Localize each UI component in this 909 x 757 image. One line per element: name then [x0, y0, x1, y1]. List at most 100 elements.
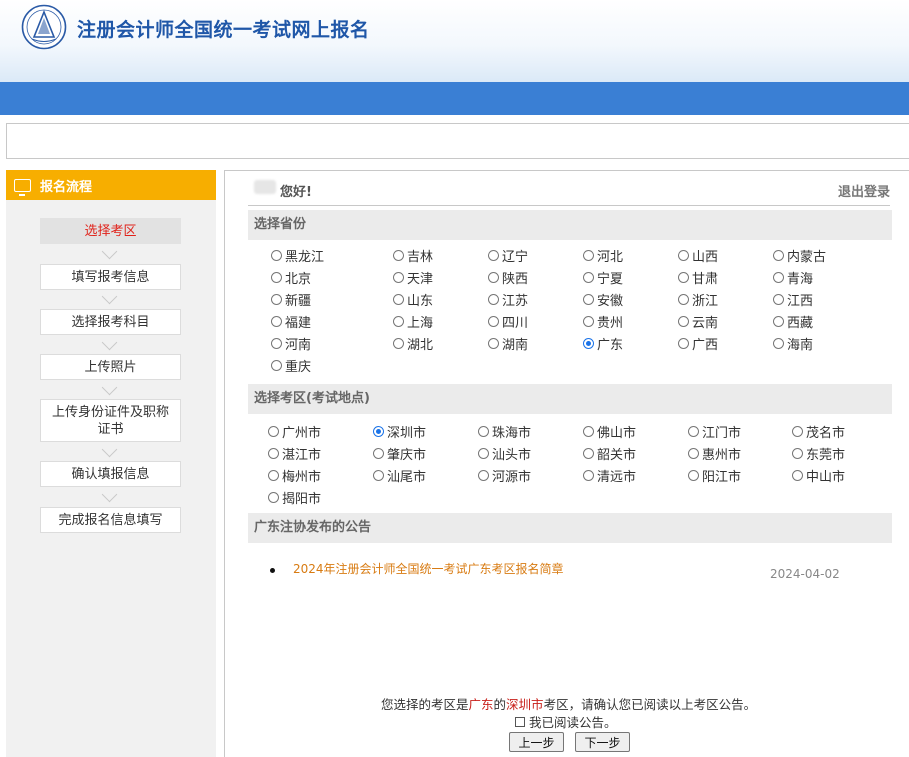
- province-option[interactable]: 福建: [271, 312, 311, 331]
- radio-button-icon[interactable]: [688, 426, 699, 437]
- radio-button-icon[interactable]: [393, 316, 404, 327]
- exam-area-option[interactable]: 河源市: [478, 466, 531, 485]
- radio-button-icon[interactable]: [773, 316, 784, 327]
- exam-area-option[interactable]: 广州市: [268, 422, 321, 441]
- province-option[interactable]: 江苏: [488, 290, 528, 309]
- exam-area-option[interactable]: 江门市: [688, 422, 741, 441]
- province-option[interactable]: 河南: [271, 334, 311, 353]
- radio-button-icon[interactable]: [488, 272, 499, 283]
- radio-button-icon[interactable]: [393, 250, 404, 261]
- step-upload-photo[interactable]: 上传照片: [40, 354, 181, 380]
- radio-button-icon[interactable]: [488, 316, 499, 327]
- province-option[interactable]: 青海: [773, 268, 813, 287]
- exam-area-option[interactable]: 阳江市: [688, 466, 741, 485]
- radio-button-icon[interactable]: [373, 448, 384, 459]
- radio-button-icon[interactable]: [792, 448, 803, 459]
- radio-button-icon[interactable]: [488, 294, 499, 305]
- province-option[interactable]: 辽宁: [488, 246, 528, 265]
- exam-area-option[interactable]: 湛江市: [268, 444, 321, 463]
- exam-area-option[interactable]: 揭阳市: [268, 488, 321, 507]
- exam-area-option[interactable]: 汕头市: [478, 444, 531, 463]
- radio-button-icon[interactable]: [271, 338, 282, 349]
- prev-step-button[interactable]: 上一步: [509, 732, 564, 752]
- step-select-exam-area[interactable]: 选择考区: [40, 218, 181, 244]
- province-option[interactable]: 天津: [393, 268, 433, 287]
- radio-button-icon[interactable]: [268, 492, 279, 503]
- step-select-subjects[interactable]: 选择报考科目: [40, 309, 181, 335]
- province-option[interactable]: 西藏: [773, 312, 813, 331]
- exam-area-option[interactable]: 东莞市: [792, 444, 845, 463]
- radio-button-icon[interactable]: [583, 470, 594, 481]
- notice-link[interactable]: 2024年注册会计师全国统一考试广东考区报名简章: [293, 560, 564, 577]
- province-option[interactable]: 甘肃: [678, 268, 718, 287]
- province-option[interactable]: 山西: [678, 246, 718, 265]
- province-option[interactable]: 广西: [678, 334, 718, 353]
- radio-button-icon[interactable]: [488, 250, 499, 261]
- province-option[interactable]: 河北: [583, 246, 623, 265]
- radio-button-icon[interactable]: [393, 272, 404, 283]
- province-option[interactable]: 安徽: [583, 290, 623, 309]
- radio-button-icon[interactable]: [478, 426, 489, 437]
- exam-area-option[interactable]: 佛山市: [583, 422, 636, 441]
- step-upload-id-documents[interactable]: 上传身份证件及职称证书: [40, 399, 181, 442]
- radio-button-icon[interactable]: [373, 426, 384, 437]
- exam-area-option[interactable]: 深圳市: [373, 422, 426, 441]
- province-option[interactable]: 新疆: [271, 290, 311, 309]
- radio-button-icon[interactable]: [678, 294, 689, 305]
- province-option[interactable]: 吉林: [393, 246, 433, 265]
- radio-button-icon[interactable]: [773, 338, 784, 349]
- province-option[interactable]: 贵州: [583, 312, 623, 331]
- radio-button-icon[interactable]: [271, 272, 282, 283]
- step-confirm-info[interactable]: 确认填报信息: [40, 461, 181, 487]
- exam-area-option[interactable]: 惠州市: [688, 444, 741, 463]
- radio-button-icon[interactable]: [792, 426, 803, 437]
- radio-button-icon[interactable]: [678, 272, 689, 283]
- province-option[interactable]: 重庆: [271, 356, 311, 375]
- radio-button-icon[interactable]: [271, 360, 282, 371]
- province-option[interactable]: 浙江: [678, 290, 718, 309]
- province-option[interactable]: 黑龙江: [271, 246, 324, 265]
- exam-area-option[interactable]: 中山市: [792, 466, 845, 485]
- next-step-button[interactable]: 下一步: [575, 732, 630, 752]
- radio-button-icon[interactable]: [678, 338, 689, 349]
- exam-area-option[interactable]: 汕尾市: [373, 466, 426, 485]
- radio-button-icon[interactable]: [393, 294, 404, 305]
- exam-area-option[interactable]: 梅州市: [268, 466, 321, 485]
- radio-button-icon[interactable]: [271, 316, 282, 327]
- province-option[interactable]: 湖北: [393, 334, 433, 353]
- province-option[interactable]: 广东: [583, 334, 623, 353]
- province-option[interactable]: 江西: [773, 290, 813, 309]
- radio-button-icon[interactable]: [678, 250, 689, 261]
- province-option[interactable]: 宁夏: [583, 268, 623, 287]
- radio-button-icon[interactable]: [773, 272, 784, 283]
- province-option[interactable]: 四川: [488, 312, 528, 331]
- province-option[interactable]: 湖南: [488, 334, 528, 353]
- radio-button-icon[interactable]: [583, 338, 594, 349]
- radio-button-icon[interactable]: [583, 316, 594, 327]
- radio-button-icon[interactable]: [268, 448, 279, 459]
- read-notice-checkbox-row[interactable]: 我已阅读公告。: [515, 712, 617, 731]
- radio-button-icon[interactable]: [488, 338, 499, 349]
- radio-button-icon[interactable]: [773, 250, 784, 261]
- radio-button-icon[interactable]: [478, 470, 489, 481]
- radio-button-icon[interactable]: [678, 316, 689, 327]
- logout-link[interactable]: 退出登录: [838, 181, 890, 200]
- radio-button-icon[interactable]: [688, 470, 699, 481]
- radio-button-icon[interactable]: [583, 250, 594, 261]
- province-option[interactable]: 上海: [393, 312, 433, 331]
- radio-button-icon[interactable]: [583, 272, 594, 283]
- exam-area-option[interactable]: 清远市: [583, 466, 636, 485]
- read-notice-checkbox[interactable]: [515, 716, 525, 727]
- province-option[interactable]: 内蒙古: [773, 246, 826, 265]
- radio-button-icon[interactable]: [792, 470, 803, 481]
- exam-area-option[interactable]: 珠海市: [478, 422, 531, 441]
- radio-button-icon[interactable]: [268, 426, 279, 437]
- exam-area-option[interactable]: 韶关市: [583, 444, 636, 463]
- province-option[interactable]: 陕西: [488, 268, 528, 287]
- radio-button-icon[interactable]: [773, 294, 784, 305]
- step-complete-registration[interactable]: 完成报名信息填写: [40, 507, 181, 533]
- radio-button-icon[interactable]: [583, 294, 594, 305]
- radio-button-icon[interactable]: [268, 470, 279, 481]
- radio-button-icon[interactable]: [393, 338, 404, 349]
- exam-area-option[interactable]: 肇庆市: [373, 444, 426, 463]
